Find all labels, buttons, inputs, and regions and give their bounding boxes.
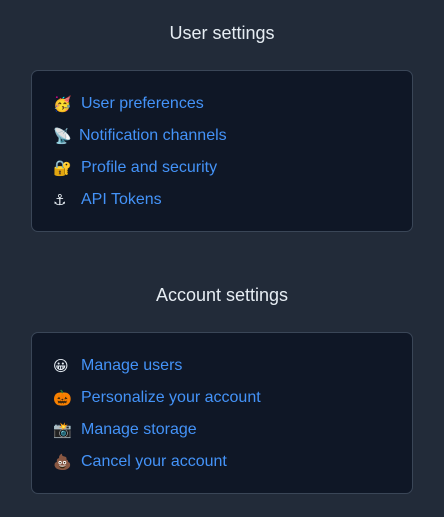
cancel-account-link[interactable]: Cancel your account <box>81 451 227 473</box>
account-settings-section: Account settings <box>0 283 444 307</box>
party-face-icon: 🥳 <box>53 95 72 113</box>
notification-channels-item[interactable]: 📡 Notification channels <box>53 125 227 147</box>
manage-storage-link[interactable]: Manage storage <box>81 419 197 441</box>
manage-storage-item[interactable]: 📸 Manage storage <box>53 419 197 441</box>
user-settings-section: User settings <box>0 21 444 45</box>
user-preferences-link[interactable]: User preferences <box>81 93 204 115</box>
api-tokens-item[interactable]: ⚓ API Tokens <box>53 189 162 211</box>
api-tokens-link[interactable]: API Tokens <box>81 189 162 211</box>
manage-users-link[interactable]: Manage users <box>81 355 182 377</box>
anchor-icon: ⚓ <box>53 191 67 209</box>
notification-channels-link[interactable]: Notification channels <box>79 125 227 147</box>
grinning-face-icon: 😀 <box>53 357 69 375</box>
profile-and-security-item[interactable]: 🔐 Profile and security <box>53 157 217 179</box>
profile-and-security-link[interactable]: Profile and security <box>81 157 217 179</box>
manage-users-item[interactable]: 😀 Manage users <box>53 355 182 377</box>
user-settings-card: 🥳 User preferences 📡 Notification channe… <box>31 70 413 232</box>
camera-icon: 📸 <box>53 421 72 439</box>
satellite-dish-icon: 📡 <box>53 127 72 145</box>
account-settings-card: 😀 Manage users 🎃 Personalize your accoun… <box>31 332 413 494</box>
cancel-account-item[interactable]: 💩 Cancel your account <box>53 451 227 473</box>
jack-o-lantern-icon: 🎃 <box>53 389 72 407</box>
user-preferences-item[interactable]: 🥳 User preferences <box>53 93 204 115</box>
account-settings-title: Account settings <box>155 285 289 305</box>
personalize-account-item[interactable]: 🎃 Personalize your account <box>53 387 261 409</box>
lock-with-key-icon: 🔐 <box>53 159 72 177</box>
pile-of-poo-icon: 💩 <box>53 453 72 471</box>
personalize-account-link[interactable]: Personalize your account <box>81 387 261 409</box>
user-settings-title: User settings <box>169 23 275 43</box>
